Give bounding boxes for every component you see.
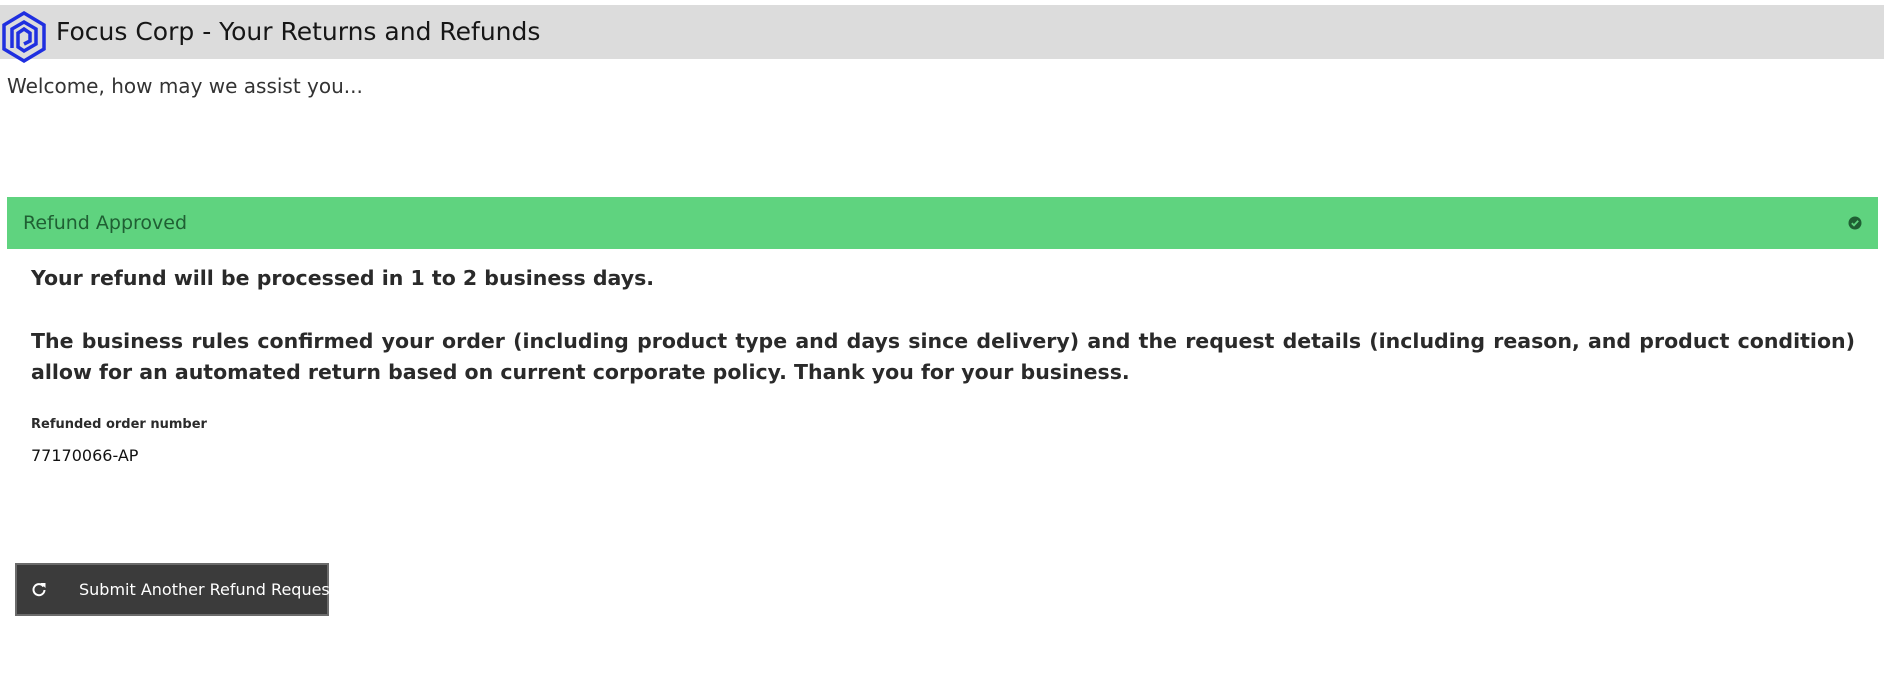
app-header: Focus Corp - Your Returns and Refunds: [0, 5, 1884, 64]
banner-title: Refund Approved: [23, 212, 188, 234]
check-circle-icon: [1848, 216, 1862, 230]
refund-details-message: The business rules confirmed your order …: [31, 329, 1855, 384]
order-number-label: Refunded order number: [31, 417, 207, 432]
refund-approved-banner: Refund Approved: [7, 197, 1878, 249]
submit-another-refund-label: Submit Another Refund Request: [79, 580, 337, 599]
welcome-message: Welcome, how may we assist you...: [7, 74, 363, 98]
refund-timing-message: Your refund will be processed in 1 to 2 …: [31, 266, 655, 290]
refresh-icon: [32, 583, 46, 597]
app-title: Focus Corp - Your Returns and Refunds: [56, 17, 541, 46]
submit-another-refund-button[interactable]: Submit Another Refund Request: [15, 563, 336, 616]
hexagon-logo-icon: [2, 10, 46, 64]
order-number-value: 77170066-AP: [31, 446, 139, 465]
